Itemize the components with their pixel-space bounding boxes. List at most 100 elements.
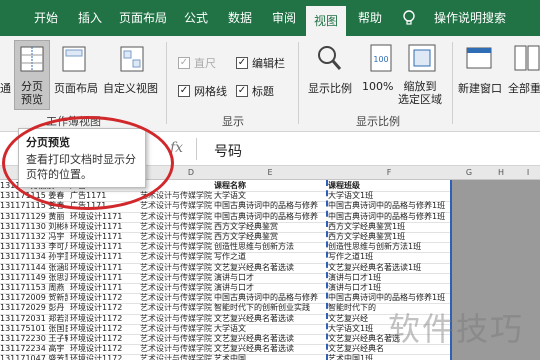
table-cell[interactable]: 中国古典诗词中的品格与修养 [214, 212, 326, 222]
zoom-button[interactable]: 显示比例 [308, 80, 352, 96]
table-cell[interactable]: 中国古典诗词中的品格与修养 [214, 293, 326, 303]
table-cell[interactable]: 环境设计1172 [70, 324, 132, 334]
tell-me-search[interactable]: 操作说明搜索 [422, 0, 518, 36]
table-cell[interactable]: 环境设计1171 [70, 283, 132, 293]
column-header[interactable]: F [328, 166, 450, 180]
table-cell[interactable]: 西方文学经典鉴赏1班 [328, 232, 450, 242]
tab-data[interactable]: 数据 [220, 0, 260, 36]
table-cell[interactable]: 大学语文 [214, 324, 326, 334]
table-cell[interactable]: 文艺复兴经典名著选读1班 [328, 263, 450, 273]
table-cell[interactable]: 智能时代下的创新创业实践 [214, 303, 326, 313]
tab-insert[interactable]: 插入 [70, 0, 110, 36]
arrange-all-button[interactable]: 全部重 [508, 80, 540, 96]
table-cell[interactable]: 艺术设计与传媒学院 [140, 314, 212, 324]
table-cell[interactable]: 环境设计1172 [70, 303, 132, 313]
table-cell[interactable]: 中国古典诗词中的品格与修养1班 [328, 212, 450, 222]
column-header[interactable]: E [214, 166, 326, 180]
tab-page-layout[interactable]: 页面布局 [114, 0, 172, 36]
formula-bar-checkbox[interactable]: ✓ [236, 57, 248, 69]
table-cell[interactable]: 西方文学经典鉴赏1班 [328, 222, 450, 232]
table-cell[interactable]: 创造性思维与创新方法 [214, 242, 326, 252]
table-cell[interactable]: 艺术设计与传媒学院 [140, 263, 212, 273]
table-cell[interactable]: 艺术设计与传媒学院 [140, 324, 212, 334]
file-tab-stub[interactable] [0, 0, 22, 36]
new-window-button[interactable]: 新建窗口 [458, 80, 502, 96]
table-cell[interactable]: 环境设计1172 [70, 334, 132, 344]
table-cell[interactable]: 131171047 盛芳慧 [0, 354, 68, 360]
table-cell[interactable]: 课程名称 [214, 181, 326, 191]
table-cell[interactable]: 中国古典诗词中的品格与修养 [214, 201, 326, 211]
table-cell[interactable]: 环境设计1171 [70, 232, 132, 242]
table-cell[interactable]: 写作之道 [214, 252, 326, 262]
page-break-line-dashed[interactable] [326, 180, 328, 360]
headings-checkbox[interactable]: ✓ [236, 85, 248, 97]
table-cell[interactable]: 艺术设计与传媒学院 [140, 344, 212, 354]
table-cell[interactable]: 课程班级 [328, 181, 450, 191]
table-cell[interactable]: 大学语文1班 [328, 191, 450, 201]
formula-input[interactable]: 号码 [214, 141, 242, 161]
table-cell[interactable]: 大学语文 [214, 191, 326, 201]
table-cell[interactable]: 艺术设计与传媒学院 [140, 201, 212, 211]
table-cell[interactable]: 艺术设计与传媒学院 [140, 354, 212, 360]
tab-view[interactable]: 视图 [306, 6, 346, 36]
zoom-100-button[interactable]: 100% [362, 80, 393, 93]
table-cell[interactable]: 中国古典诗词中的品格与修养1班 [328, 201, 450, 211]
table-cell[interactable]: 131171144 张涵璐 [0, 263, 68, 273]
table-cell[interactable]: 演讲与口才 [214, 273, 326, 283]
table-cell[interactable]: 131172234 高宇 [0, 344, 68, 354]
table-cell[interactable]: 131172029 彭丹 [0, 303, 68, 313]
table-cell[interactable]: 131171132 冯宇 [0, 232, 68, 242]
table-cell[interactable]: 艺术设计与传媒学院 [140, 334, 212, 344]
table-cell[interactable]: 131172009 贺新凯 [0, 293, 68, 303]
table-cell[interactable]: 中国古典诗词中的品格与修养1班 [328, 293, 450, 303]
column-header[interactable]: G [452, 166, 486, 180]
table-cell[interactable]: 演讲与口才1班 [328, 273, 450, 283]
tab-review[interactable]: 审阅 [264, 0, 304, 36]
custom-views-button[interactable]: 自定义视图 [103, 80, 158, 96]
table-cell[interactable]: 131171130 刘彬彬 [0, 222, 68, 232]
table-cell[interactable]: 艺术设计与传媒学院 [140, 212, 212, 222]
column-header[interactable]: D [170, 166, 212, 180]
table-cell[interactable]: 环境设计1172 [70, 354, 132, 360]
table-cell[interactable]: 环境设计1171 [70, 222, 132, 232]
table-cell[interactable]: 艺术中国1班 [328, 354, 450, 360]
page-layout-button[interactable]: 页面布局 [54, 80, 98, 96]
table-cell[interactable]: 演讲与口才 [214, 283, 326, 293]
table-cell[interactable]: 环境设计1171 [70, 212, 132, 222]
table-cell[interactable]: 文艺复兴经典名著选读 [214, 344, 326, 354]
normal-view-label-partial[interactable]: 通 [0, 80, 11, 96]
table-cell[interactable]: 艺术设计与传媒学院 [140, 303, 212, 313]
table-cell[interactable]: 艺术设计与传媒学院 [140, 273, 212, 283]
zoom-to-selection-button[interactable]: 缩放到 选定区域 [398, 80, 442, 106]
table-cell[interactable]: 文艺复兴经典名著选读 [214, 334, 326, 344]
gridlines-checkbox[interactable]: ✓ [178, 85, 190, 97]
ruler-checkbox[interactable]: ✓ [178, 57, 190, 69]
table-cell[interactable]: 西方文学经典鉴赏 [214, 222, 326, 232]
table-cell[interactable]: 艺术设计与传媒学院 [140, 252, 212, 262]
table-cell[interactable]: 艺术设计与传媒学院 [140, 283, 212, 293]
tab-help[interactable]: 帮助 [350, 0, 390, 36]
table-cell[interactable]: 环境设计1172 [70, 314, 132, 324]
table-cell[interactable]: 演讲与口才1班 [328, 283, 450, 293]
tab-home[interactable]: 开始 [26, 0, 66, 36]
table-cell[interactable]: 131171133 李可凡 [0, 242, 68, 252]
table-cell[interactable]: 环境设计1171 [70, 273, 132, 283]
column-header[interactable]: H [488, 166, 514, 180]
table-cell[interactable]: 131171153 周燕 [0, 283, 68, 293]
table-cell[interactable]: 艺术设计与传媒学院 [140, 222, 212, 232]
table-cell[interactable]: 写作之道1班 [328, 252, 450, 262]
table-cell[interactable]: 艺术设计与传媒学院 [140, 232, 212, 242]
table-cell[interactable]: 文艺复兴经典名著选读 [214, 314, 326, 324]
column-header[interactable]: I [516, 166, 540, 180]
table-cell[interactable]: 环境设计1172 [70, 293, 132, 303]
table-cell[interactable]: 131171129 黄丽 [0, 212, 68, 222]
table-cell[interactable]: 131171134 孙宇董 [0, 252, 68, 262]
table-cell[interactable]: 环境设计1171 [70, 252, 132, 262]
table-cell[interactable]: 创造性思维与创新方法1班 [328, 242, 450, 252]
table-cell[interactable]: 西方文学经典鉴赏 [214, 232, 326, 242]
table-cell[interactable]: 131175101 张国良 [0, 324, 68, 334]
table-cell[interactable]: 环境设计1171 [70, 242, 132, 252]
table-cell[interactable]: 艺术设计与传媒学院 [140, 242, 212, 252]
table-cell[interactable]: 艺术中国 [214, 354, 326, 360]
table-cell[interactable]: 环境设计1172 [70, 344, 132, 354]
